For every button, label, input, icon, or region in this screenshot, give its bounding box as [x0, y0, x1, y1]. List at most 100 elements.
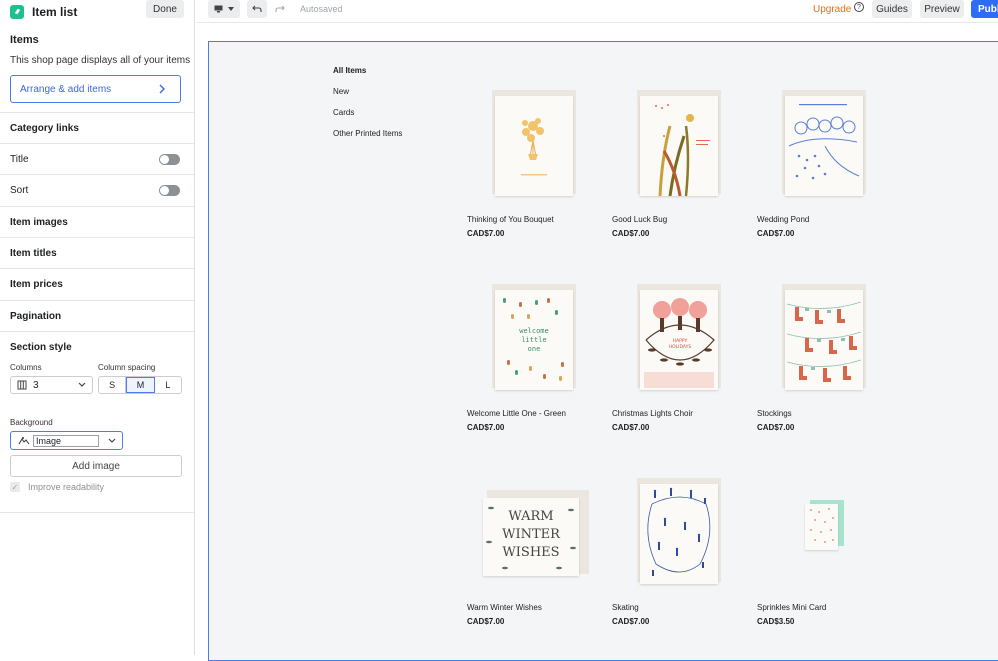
product-title: Stockings: [757, 409, 792, 418]
sidebar-divider: [0, 512, 194, 513]
items-section-title: Items: [10, 34, 39, 46]
background-label: Background: [10, 418, 53, 427]
product-title: Sprinkles Mini Card: [757, 603, 827, 612]
redo-button[interactable]: [270, 0, 290, 18]
desktop-icon: [214, 5, 223, 13]
background-type-input[interactable]: Image: [33, 435, 99, 447]
stockings-illustration: [786, 301, 862, 382]
product-price: CAD$7.00: [467, 423, 505, 432]
arrange-label: Arrange & add items: [20, 83, 112, 95]
product-image[interactable]: [467, 90, 597, 210]
item-images-label: Item images: [10, 216, 68, 228]
undo-button[interactable]: [247, 0, 267, 18]
product-price: CAD$7.00: [612, 229, 650, 238]
caret-down-icon: [228, 7, 234, 11]
publish-button[interactable]: Publi: [971, 0, 998, 18]
add-image-button[interactable]: Add image: [10, 455, 182, 477]
spacing-option-l[interactable]: L: [155, 377, 181, 393]
category-link-cards[interactable]: Cards: [333, 108, 402, 117]
item-images-row[interactable]: Item images: [0, 206, 194, 237]
app-logo-icon: [10, 4, 24, 19]
product-price: CAD$7.00: [612, 423, 650, 432]
bouquet-illustration: [521, 118, 547, 176]
product-image[interactable]: [757, 478, 887, 598]
product-price: CAD$7.00: [467, 617, 505, 626]
autosaved-status: Autosaved: [300, 4, 343, 14]
pagination-row[interactable]: Pagination: [0, 300, 194, 331]
sort-toggle-row: Sort: [0, 174, 194, 205]
preview-button[interactable]: Preview: [920, 0, 964, 18]
sidebar-header: Item list Done: [0, 0, 194, 23]
redo-icon: [275, 5, 285, 12]
product-title: Thinking of You Bouquet: [467, 215, 554, 224]
bug-illustration: [655, 104, 710, 196]
card-text-line: WARM: [508, 509, 553, 524]
product-title: Wedding Pond: [757, 215, 810, 224]
sort-toggle[interactable]: [159, 184, 180, 196]
shop-preview[interactable]: All Items New Cards Other Printed Items …: [208, 41, 998, 661]
arrange-add-items-button[interactable]: Arrange & add items: [10, 75, 181, 103]
product-price: CAD$7.00: [757, 229, 795, 238]
chevron-right-icon: [159, 84, 165, 94]
item-titles-row[interactable]: Item titles: [0, 237, 194, 268]
product-image[interactable]: welcome little one: [467, 284, 597, 404]
columns-value: 3: [33, 379, 39, 391]
spacing-option-s[interactable]: S: [99, 377, 127, 393]
device-select-button[interactable]: [208, 0, 240, 18]
chevron-down-icon: [108, 438, 116, 443]
columns-label: Columns: [10, 363, 42, 372]
undo-icon: [252, 5, 262, 12]
category-links-row[interactable]: Category links: [0, 112, 194, 143]
readability-checkbox[interactable]: ✓: [10, 482, 20, 492]
item-titles-label: Item titles: [10, 247, 57, 259]
title-toggle[interactable]: [159, 153, 180, 165]
spacing-option-m[interactable]: M: [126, 377, 155, 393]
improve-readability-option[interactable]: ✓ Improve readability: [10, 482, 104, 492]
product-image[interactable]: [757, 90, 887, 210]
title-toggle-row: Title: [0, 143, 194, 174]
category-links-label: Category links: [10, 122, 79, 134]
guides-button[interactable]: Guides: [872, 0, 912, 18]
pond-illustration: [788, 104, 860, 180]
product-price: CAD$7.00: [757, 423, 795, 432]
product-image[interactable]: WARM WINTER WISHES: [467, 478, 597, 598]
item-prices-row[interactable]: Item prices: [0, 268, 194, 299]
column-spacing-group: S M L: [98, 376, 182, 394]
pagination-label: Pagination: [10, 310, 62, 322]
title-toggle-label: Title: [10, 153, 29, 165]
product-title: Warm Winter Wishes: [467, 603, 542, 612]
card-text-line: HAPPY: [673, 338, 688, 344]
done-button[interactable]: Done: [146, 0, 184, 18]
section-style-label: Section style: [10, 341, 72, 353]
items-description: This shop page displays all of your item…: [10, 55, 191, 66]
choir-illustration: HAPPY HOLIDAYS: [644, 298, 715, 388]
product-price: CAD$7.00: [612, 617, 650, 626]
help-icon[interactable]: ?: [854, 2, 864, 12]
category-link-new[interactable]: New: [333, 87, 402, 96]
image-background-icon: [18, 437, 30, 445]
upgrade-link[interactable]: Upgrade: [813, 4, 851, 15]
card-text-line: little: [521, 336, 546, 344]
warm-winter-illustration: WARM WINTER WISHES: [486, 506, 576, 570]
product-title: Christmas Lights Choir: [612, 409, 693, 418]
card-text-line: one: [528, 345, 541, 353]
card-text-line: WISHES: [502, 545, 559, 560]
category-link-other-printed[interactable]: Other Printed Items: [333, 129, 402, 138]
product-price: CAD$3.50: [757, 617, 795, 626]
card-text-line: HOLIDAYS: [669, 344, 692, 350]
sort-toggle-label: Sort: [10, 184, 29, 196]
sidebar-title: Item list: [32, 4, 78, 19]
welcome-illustration: welcome little one: [503, 298, 564, 381]
product-image[interactable]: [757, 284, 887, 404]
category-list: All Items New Cards Other Printed Items: [333, 66, 402, 150]
skating-illustration: [647, 487, 711, 576]
product-image[interactable]: [612, 90, 742, 210]
card-text-line: WINTER: [502, 527, 561, 542]
editor-sidebar: Item list Done Items This shop page disp…: [0, 0, 195, 655]
product-image[interactable]: [612, 478, 742, 598]
section-style-row: Section style: [0, 331, 194, 362]
product-image[interactable]: HAPPY HOLIDAYS: [612, 284, 742, 404]
columns-icon: [17, 380, 27, 390]
category-link-all-items[interactable]: All Items: [333, 66, 402, 75]
columns-select[interactable]: 3: [10, 376, 93, 394]
